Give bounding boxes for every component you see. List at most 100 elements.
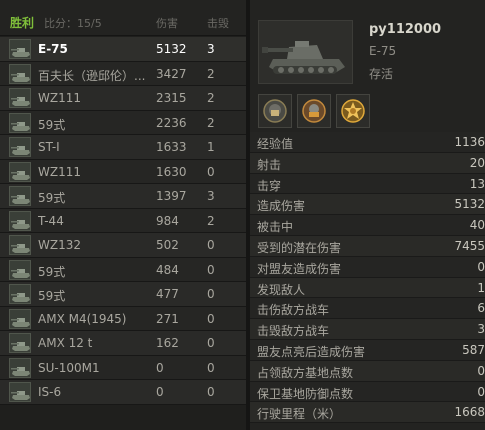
player-row[interactable]: WZ132 502 0 <box>0 233 246 258</box>
stat-label: 保卫基地防御点数 <box>257 386 354 401</box>
tank-icon <box>9 63 31 84</box>
player-damage: 162 <box>156 336 179 350</box>
player-tank-label: WZ111 <box>38 164 81 179</box>
medal-icon[interactable] <box>297 94 331 128</box>
player-kills: 3 <box>207 42 215 56</box>
player-damage: 1397 <box>156 189 187 203</box>
player-kills: 0 <box>207 311 215 326</box>
player-damage: 0 <box>156 385 164 399</box>
tank-icon <box>9 382 31 402</box>
player-row-self[interactable]: E-75 5132 3 <box>0 37 246 62</box>
player-row[interactable]: 59式 477 0 <box>0 282 246 307</box>
stat-row: 被击中 40 <box>250 215 485 236</box>
player-kills: 2 <box>207 66 215 81</box>
tank-icon <box>9 112 31 133</box>
player-kills: 1 <box>207 140 215 154</box>
stat-value: 13 <box>469 176 485 191</box>
player-damage: 477 <box>156 287 179 301</box>
player-row[interactable]: SU-100M1 0 0 <box>0 355 246 380</box>
player-kills: 0 <box>207 385 215 399</box>
player-damage: 0 <box>156 360 164 375</box>
tank-portrait <box>258 20 353 84</box>
tank-icon <box>9 39 31 59</box>
player-kills: 0 <box>207 336 215 350</box>
tank-icon <box>9 137 31 157</box>
stat-label: 占领敌方基地点数 <box>257 365 354 380</box>
medal-icon[interactable] <box>336 94 370 128</box>
stat-label: 对盟友造成伤害 <box>257 261 342 276</box>
player-status: 存活 <box>369 67 394 81</box>
stat-value: 6 <box>477 301 485 316</box>
player-row[interactable]: ST-I 1633 1 <box>0 135 246 160</box>
player-row[interactable]: AMX M4(1945) 271 0 <box>0 306 246 331</box>
player-tank-label: E-75 <box>38 42 68 56</box>
stat-row: 击穿 13 <box>250 173 485 195</box>
player-list: E-75 5132 3 百夫长（逊邱伦）... 3427 2 WZ111 2315 2 59式 22… <box>0 37 246 405</box>
stat-row: 射击 20 <box>250 152 485 174</box>
tank-icon <box>9 357 31 378</box>
player-kills: 2 <box>207 91 215 105</box>
player-tank-label: AMX M4(1945) <box>38 311 127 326</box>
tank-icon <box>9 88 31 108</box>
player-kills: 0 <box>207 360 215 375</box>
stat-label: 发现敌人 <box>257 282 306 297</box>
player-damage: 5132 <box>156 42 187 56</box>
stat-row: 对盟友造成伤害 0 <box>250 256 485 278</box>
stat-label: 击伤敌方战车 <box>257 303 330 318</box>
tank-icon <box>9 333 31 353</box>
player-row[interactable]: WZ111 2315 2 <box>0 86 246 111</box>
player-tank-label: WZ111 <box>38 91 81 105</box>
player-row[interactable]: AMX 12 t 162 0 <box>0 331 246 356</box>
player-row[interactable]: 59式 2236 2 <box>0 110 246 135</box>
player-tank-label: AMX 12 t <box>38 336 93 350</box>
player-row[interactable]: 百夫长（逊邱伦）... 3427 2 <box>0 61 246 86</box>
stat-row: 击伤敌方战车 6 <box>250 298 485 320</box>
team-header: 胜利 比分：15/5 伤害 击毁 <box>0 0 246 36</box>
player-kills: 0 <box>207 164 215 179</box>
stat-value: 0 <box>477 363 485 378</box>
stat-value: 40 <box>469 218 485 233</box>
player-row[interactable]: T-44 984 2 <box>0 208 246 233</box>
team-panel: 胜利 比分：15/5 伤害 击毁 E-75 5132 3 百夫长（逊邱伦）... 342… <box>0 0 246 430</box>
player-kills: 3 <box>207 189 215 203</box>
player-row[interactable]: IS-6 0 0 <box>0 380 246 405</box>
player-tank-label: 59式 <box>38 117 66 132</box>
stat-row: 盟友点亮后造成伤害 587 <box>250 339 485 361</box>
stat-value: 1136 <box>454 135 485 149</box>
tank-icon <box>9 186 31 206</box>
player-row[interactable]: 59式 1397 3 <box>0 184 246 209</box>
player-tank-label: 59式 <box>38 264 66 279</box>
player-damage: 2236 <box>156 115 187 130</box>
player-tank-label: T-44 <box>38 213 64 228</box>
stat-row: 发现敌人 1 <box>250 277 485 299</box>
tank-image-icon <box>259 21 352 83</box>
player-row[interactable]: WZ111 1630 0 <box>0 159 246 184</box>
stat-label: 射击 <box>257 157 282 172</box>
player-damage: 502 <box>156 238 179 252</box>
player-damage: 984 <box>156 213 179 228</box>
player-kills: 0 <box>207 238 215 252</box>
stat-label: 盟友点亮后造成伤害 <box>257 344 366 359</box>
damage-column-header[interactable]: 伤害 <box>156 15 178 31</box>
player-tank-label: 百夫长（逊邱伦）... <box>38 68 146 83</box>
stat-value: 3 <box>477 322 485 337</box>
player-kills: 2 <box>207 115 215 130</box>
stat-value: 7455 <box>454 238 485 253</box>
stat-value: 0 <box>477 384 485 399</box>
tank-icon <box>9 210 31 231</box>
stat-value: 587 <box>462 342 485 357</box>
stat-label: 被击中 <box>257 220 294 235</box>
tank-icon <box>9 259 31 280</box>
stat-value: 0 <box>477 259 485 274</box>
player-kills: 0 <box>207 287 215 301</box>
player-name: py112000 <box>369 22 442 37</box>
kills-column-header[interactable]: 击毁 <box>207 15 229 31</box>
stat-row: 经验值 1136 <box>250 132 485 153</box>
tank-icon <box>9 308 31 329</box>
player-row[interactable]: 59式 484 0 <box>0 257 246 282</box>
player-detail-panel: py112000 E-75 存活 经验值 1136 射击 20 击穿 13 造成… <box>250 0 485 430</box>
player-damage: 271 <box>156 311 179 326</box>
player-tank-label: 59式 <box>38 289 66 303</box>
player-damage: 3427 <box>156 66 187 81</box>
medal-icon[interactable] <box>258 94 292 128</box>
